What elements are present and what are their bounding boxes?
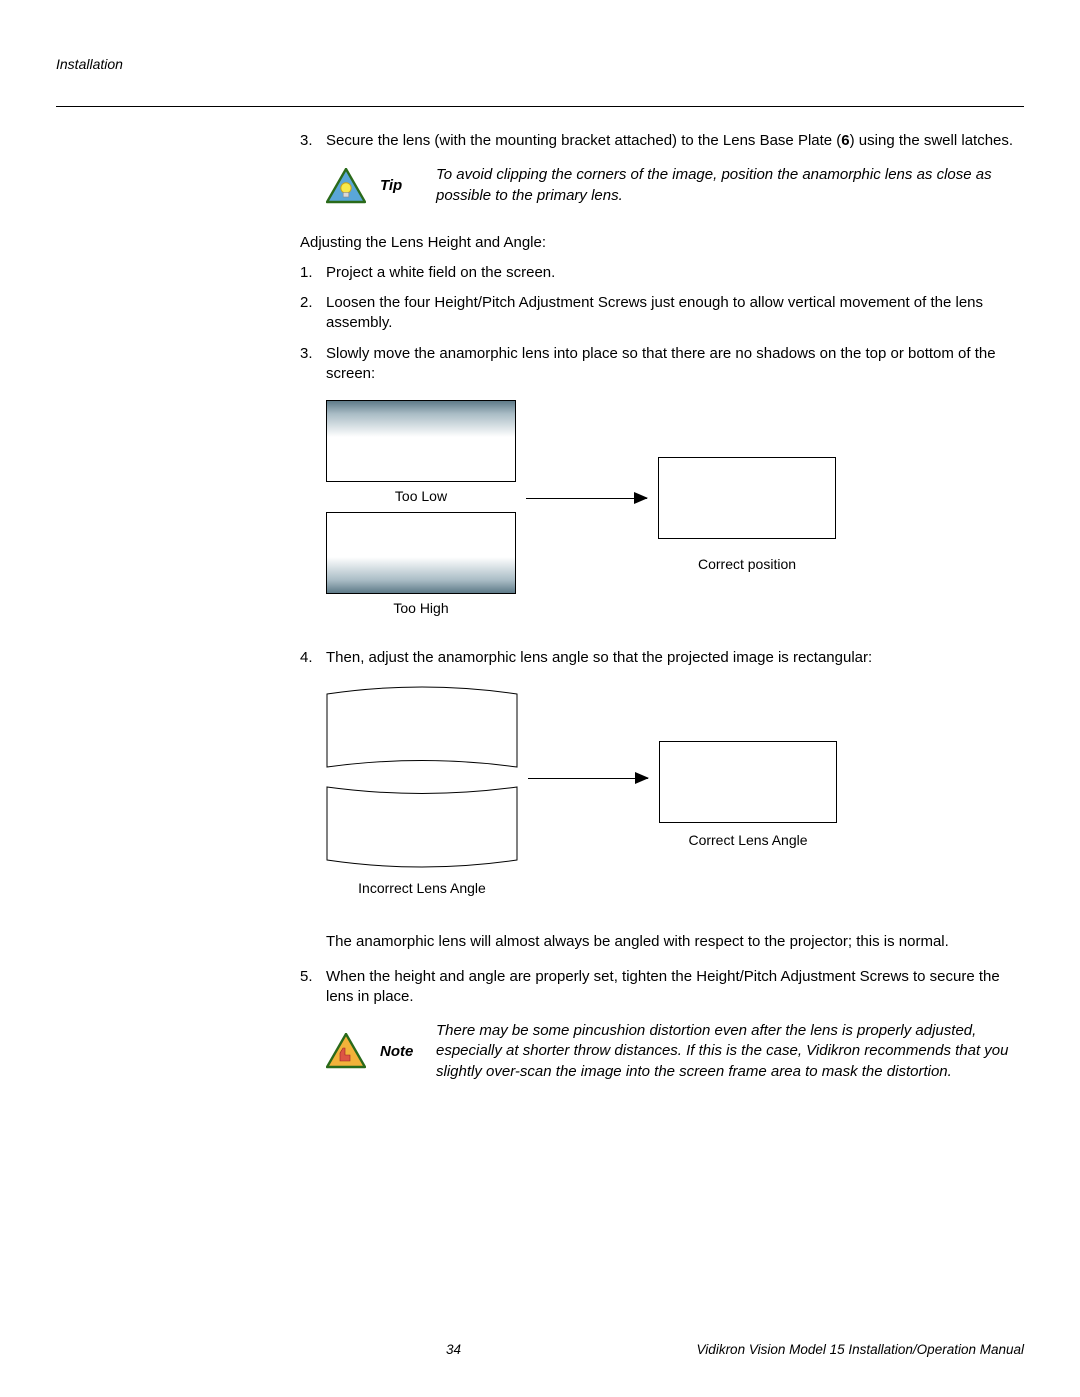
adj-step-3: 3. Slowly move the anamorphic lens into … [300, 344, 1018, 385]
diagram-incorrect-top [326, 684, 518, 768]
figure-angle-adjust: Incorrect Lens Angle Correct Lens Angle [326, 684, 1018, 914]
note-label: Note [380, 1043, 422, 1060]
arrow-icon [528, 778, 648, 779]
step-text: Project a white field on the screen. [326, 263, 1018, 283]
step-text: Slowly move the anamorphic lens into pla… [326, 344, 1018, 385]
adj-step-5: 5. When the height and angle are properl… [300, 967, 1018, 1008]
label-incorrect-angle: Incorrect Lens Angle [326, 880, 518, 896]
note-callout: Note There may be some pincushion distor… [326, 1021, 1018, 1082]
adj-step-4: 4. Then, adjust the anamorphic lens angl… [300, 648, 1018, 668]
step-number: 3. [300, 344, 326, 385]
diagram-correct-position [658, 457, 836, 539]
step-number: 4. [300, 648, 326, 668]
figure-height-adjust: Too Low Too High Correct position [326, 400, 1018, 630]
running-header: Installation [56, 56, 1024, 72]
step-3: 3. Secure the lens (with the mounting br… [300, 131, 1018, 151]
tip-label: Tip [380, 177, 422, 194]
lightbulb-triangle-icon [326, 168, 366, 204]
header-rule [56, 106, 1024, 107]
diagram-too-high [326, 512, 516, 594]
diagram-correct-angle [659, 741, 837, 823]
step-text: When the height and angle are properly s… [326, 967, 1018, 1008]
diagram-too-low [326, 400, 516, 482]
step3-text-a: Secure the lens (with the mounting brack… [326, 132, 841, 149]
step-number: 1. [300, 263, 326, 283]
adjusting-subhead: Adjusting the Lens Height and Angle: [300, 232, 1018, 253]
label-too-low: Too Low [326, 488, 516, 504]
adj-step-1: 1. Project a white field on the screen. [300, 263, 1018, 283]
note-text: There may be some pincushion distortion … [436, 1021, 1018, 1082]
adj-step-2: 2. Loosen the four Height/Pitch Adjustme… [300, 293, 1018, 334]
page-footer: 34 Vidikron Vision Model 15 Installation… [56, 1342, 1024, 1357]
arrow-icon [526, 498, 647, 499]
label-correct-position: Correct position [658, 556, 836, 572]
step-text: Secure the lens (with the mounting brack… [326, 131, 1018, 151]
step-number: 3. [300, 131, 326, 151]
step-text: Then, adjust the anamorphic lens angle s… [326, 648, 1018, 668]
step-text: Loosen the four Height/Pitch Adjustment … [326, 293, 1018, 334]
paragraph-normal: The anamorphic lens will almost always b… [326, 932, 1018, 952]
step-number: 5. [300, 967, 326, 1008]
tip-callout: Tip To avoid clipping the corners of the… [326, 165, 1018, 206]
step3-bold: 6 [841, 132, 849, 149]
footer-title: Vidikron Vision Model 15 Installation/Op… [697, 1342, 1024, 1357]
step3-text-b: ) using the swell latches. [850, 132, 1013, 149]
tip-text: To avoid clipping the corners of the ima… [436, 165, 1018, 206]
label-too-high: Too High [326, 600, 516, 616]
diagram-incorrect-bottom [326, 786, 518, 870]
main-content: 3. Secure the lens (with the mounting br… [300, 131, 1018, 1082]
page-number: 34 [446, 1342, 461, 1357]
label-correct-angle: Correct Lens Angle [659, 832, 837, 848]
hand-triangle-icon [326, 1033, 366, 1069]
step-number: 2. [300, 293, 326, 334]
